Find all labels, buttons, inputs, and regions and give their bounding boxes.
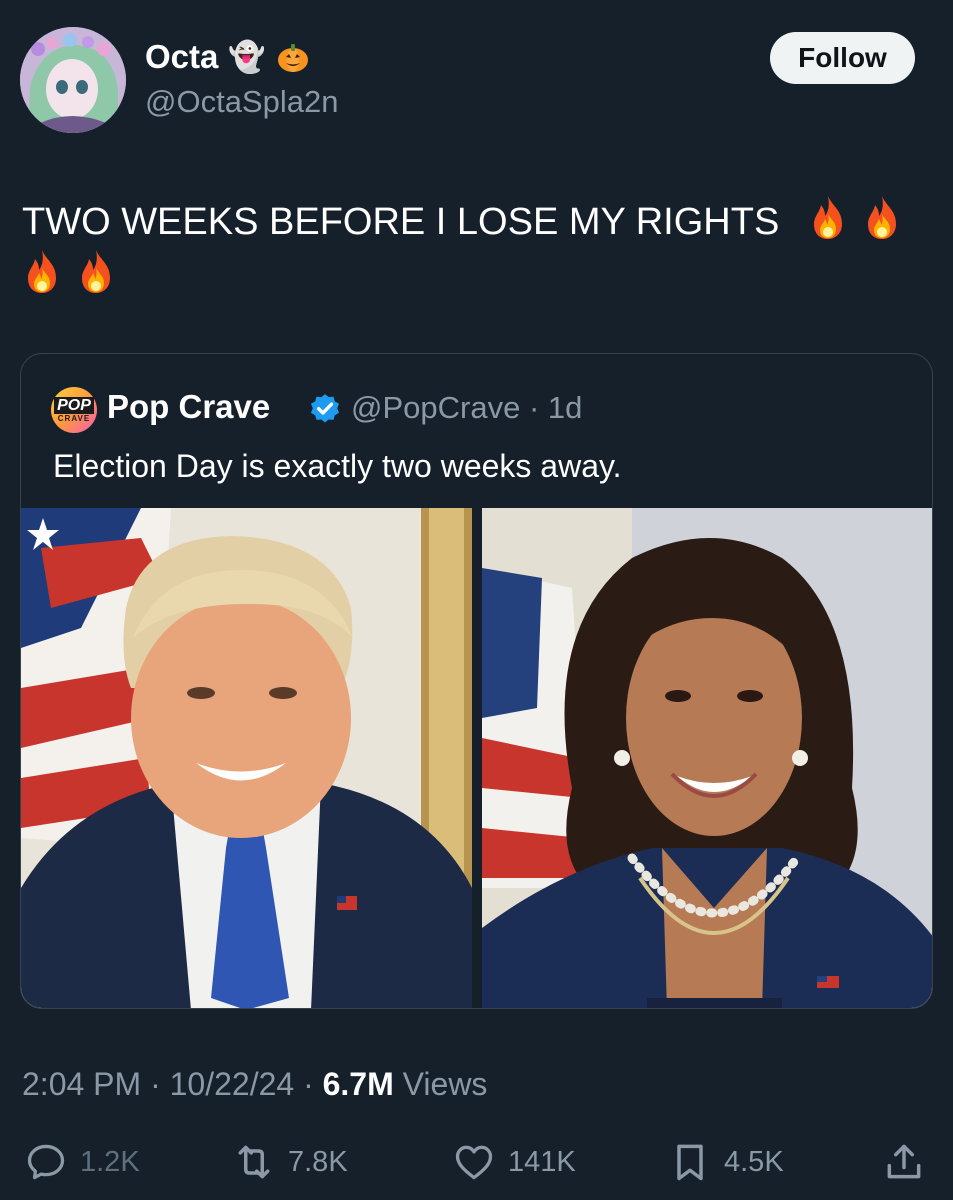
ghost-emoji-icon: 👻 — [228, 39, 266, 75]
quoted-avatar-logo-bottom: CRAVE — [57, 414, 91, 423]
tweet-text-content: TWO WEEKS BEFORE I LOSE MY RIGHTS — [22, 201, 780, 243]
share-icon — [887, 1144, 921, 1179]
quoted-meta: @PopCrave · 1d — [351, 390, 582, 426]
pumpkin-emoji-icon — [277, 44, 308, 72]
quoted-photo-left[interactable] — [21, 508, 472, 1008]
verified-badge-icon — [310, 394, 340, 423]
quoted-tweet-text: Election Day is exactly two weeks away. — [53, 448, 622, 484]
like-count: 141K — [508, 1145, 576, 1178]
fire-emoji-icon — [82, 250, 110, 293]
views-count: 6.7M — [322, 1066, 394, 1102]
author-avatar[interactable] — [20, 27, 126, 133]
quoted-author-name[interactable]: Pop Crave — [107, 388, 270, 426]
reply-icon — [27, 1144, 65, 1180]
heart-icon — [455, 1145, 493, 1180]
fire-emoji-icon — [28, 250, 56, 293]
like-button[interactable]: 141K — [452, 1140, 576, 1184]
repost-icon — [238, 1145, 270, 1179]
author-handle[interactable]: @OctaSpla2n — [145, 84, 338, 120]
meta-dot: · — [303, 1066, 314, 1102]
reply-button[interactable]: 1.2K — [24, 1140, 140, 1184]
fire-emoji-icon — [867, 196, 896, 239]
bookmark-count: 4.5K — [724, 1145, 784, 1178]
quoted-author-avatar[interactable]: POP CRAVE — [51, 387, 97, 433]
meta-separator: · — [528, 390, 540, 425]
repost-count: 7.8K — [288, 1145, 348, 1178]
quoted-age[interactable]: 1d — [548, 390, 582, 425]
views-label: Views — [402, 1066, 488, 1102]
repost-button[interactable]: 7.8K — [232, 1140, 348, 1184]
tweet-timestamp: 2:04 PM · 10/22/24 · 6.7M Views — [22, 1066, 487, 1103]
author-display-name[interactable]: Octa 👻 — [145, 38, 310, 76]
tweet-date[interactable]: 10/22/24 — [170, 1066, 295, 1102]
bookmark-button[interactable]: 4.5K — [668, 1140, 784, 1184]
fire-emoji-icon — [813, 196, 842, 239]
tweet-time[interactable]: 2:04 PM — [22, 1066, 141, 1102]
tweet-page: Octa 👻 @OctaSpla2n Follow TWO WEEKS BEFO… — [0, 0, 953, 1200]
follow-button[interactable]: Follow — [770, 32, 915, 84]
quoted-author-handle[interactable]: @PopCrave — [351, 390, 520, 425]
bookmark-icon — [677, 1144, 703, 1181]
meta-dot: · — [150, 1066, 161, 1102]
quoted-photo-right[interactable] — [482, 508, 932, 1008]
quoted-avatar-logo-top: POP — [54, 397, 94, 414]
share-button[interactable] — [882, 1140, 926, 1184]
quoted-tweet-card[interactable]: POP CRAVE Pop Crave @PopCrave · 1d Elect… — [20, 353, 933, 1009]
author-name-text: Octa — [145, 38, 219, 75]
reply-count: 1.2K — [80, 1145, 140, 1178]
tweet-text: TWO WEEKS BEFORE I LOSE MY RIGHTS — [22, 194, 922, 302]
